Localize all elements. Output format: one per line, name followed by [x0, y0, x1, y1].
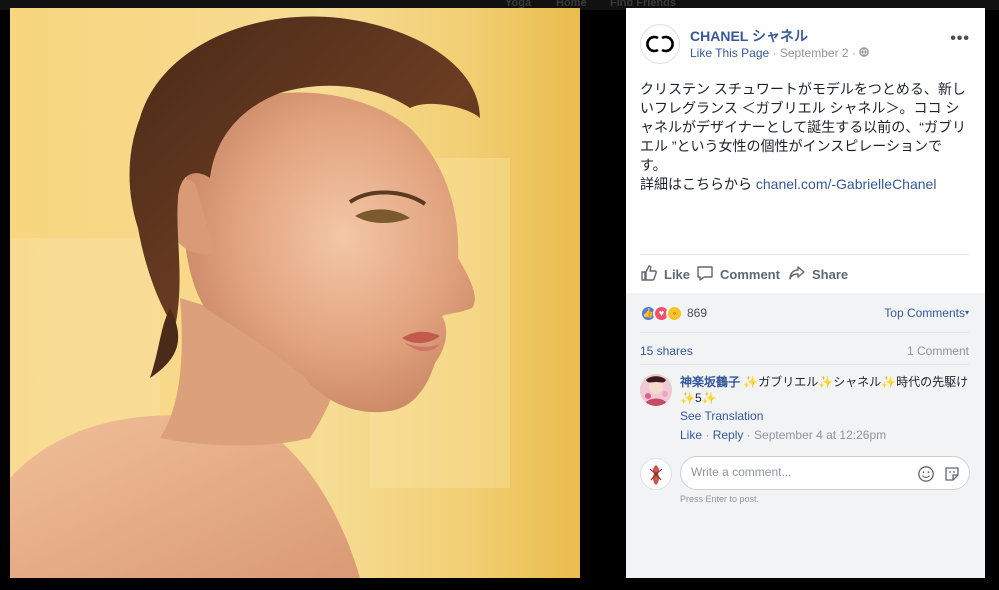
comment-timestamp[interactable]: September 4 at 12:26pm [754, 428, 886, 442]
comment-author[interactable]: 神楽坂鶴子 [680, 375, 740, 389]
comment-button[interactable]: Comment [696, 264, 780, 285]
post-message: クリステン スチュワートがモデルをつとめる、新し いフレグランス ＜ガブリエル … [640, 80, 970, 194]
current-user-avatar [640, 458, 672, 490]
share-icon [788, 264, 812, 285]
separator: · [743, 428, 755, 442]
post-text-line: いフレグランス ＜ガブリエル シャネル＞。ココ シ [640, 100, 960, 116]
meta-separator: · [772, 46, 777, 60]
reactions-summary[interactable]: 👍 ♥ ◦ 869 [640, 304, 707, 322]
post-actions: Like Comment Share [640, 264, 970, 286]
divider [640, 254, 969, 255]
detail-prefix: 詳細はこちらから [640, 176, 756, 192]
comment-count: 1 Comment [906, 344, 969, 358]
divider [640, 332, 969, 333]
like-page-link[interactable]: Like This Page [690, 46, 769, 60]
post-date[interactable]: September 2 [780, 46, 849, 60]
chanel-logo-icon[interactable] [640, 24, 680, 64]
avatar[interactable] [640, 374, 672, 406]
like-label: Like [664, 267, 691, 282]
composer-hint: Press Enter to post. [680, 494, 760, 504]
comment-input[interactable] [691, 465, 911, 479]
comment-actions: Like · Reply · September 4 at 12:26pm [680, 427, 970, 443]
divider [640, 364, 969, 365]
post-text-line: クリステン スチュワートがモデルをつとめる、新し [640, 81, 966, 97]
portrait-illustration [10, 16, 510, 578]
top-comments-dropdown[interactable]: Top Comments▾ [884, 306, 969, 320]
top-comments-label: Top Comments [884, 306, 965, 320]
more-icon[interactable]: ••• [950, 30, 970, 48]
comment-like-link[interactable]: Like [680, 428, 702, 442]
separator: · [702, 428, 713, 442]
globe-icon [859, 46, 870, 60]
comment-label: Comment [720, 267, 780, 282]
post-text-line: エル ”という女性の個性がインスピレーションで [640, 138, 942, 154]
post-text-line: ャネルがデザイナーとして誕生する以前の、“ガブリ [640, 119, 966, 135]
reaction-count: 869 [687, 306, 708, 320]
detail-link[interactable]: chanel.com/-GabrielleChanel [756, 176, 937, 192]
post-header: CHANEL シャネル Like This Page · September 2… [640, 24, 970, 68]
page-name-link[interactable]: CHANEL シャネル [690, 26, 808, 46]
comment-icon [696, 264, 720, 285]
post-photo[interactable] [10, 8, 580, 578]
comment-reply-link[interactable]: Reply [713, 428, 744, 442]
meta-separator: · [851, 46, 856, 60]
post-text-line: す。 [640, 157, 667, 173]
post-detail-line: 詳細はこちらから chanel.com/-GabrielleChanel [640, 175, 970, 194]
like-icon [640, 264, 664, 285]
emoji-icon[interactable] [917, 465, 935, 488]
sticker-icon[interactable] [943, 465, 961, 488]
see-translation-link[interactable]: See Translation [680, 408, 970, 424]
wow-reaction-icon: ◦ [666, 304, 683, 322]
comment-composer[interactable] [680, 456, 970, 490]
chevron-down-icon: ▾ [964, 308, 969, 317]
post-panel: CHANEL シャネル Like This Page · September 2… [626, 8, 985, 578]
like-button[interactable]: Like [640, 264, 690, 285]
share-button[interactable]: Share [788, 264, 848, 285]
comment-text-block: 神楽坂鶴子 ✨ガブリエル✨シャネル✨時代の先駆け✨5✨ [680, 374, 970, 406]
share-label: Share [812, 267, 849, 282]
comment-body: 神楽坂鶴子 ✨ガブリエル✨シャネル✨時代の先駆け✨5✨ See Translat… [680, 374, 970, 443]
shares-count[interactable]: 15 shares [640, 344, 693, 358]
post-meta: Like This Page · September 2 · [690, 46, 870, 60]
